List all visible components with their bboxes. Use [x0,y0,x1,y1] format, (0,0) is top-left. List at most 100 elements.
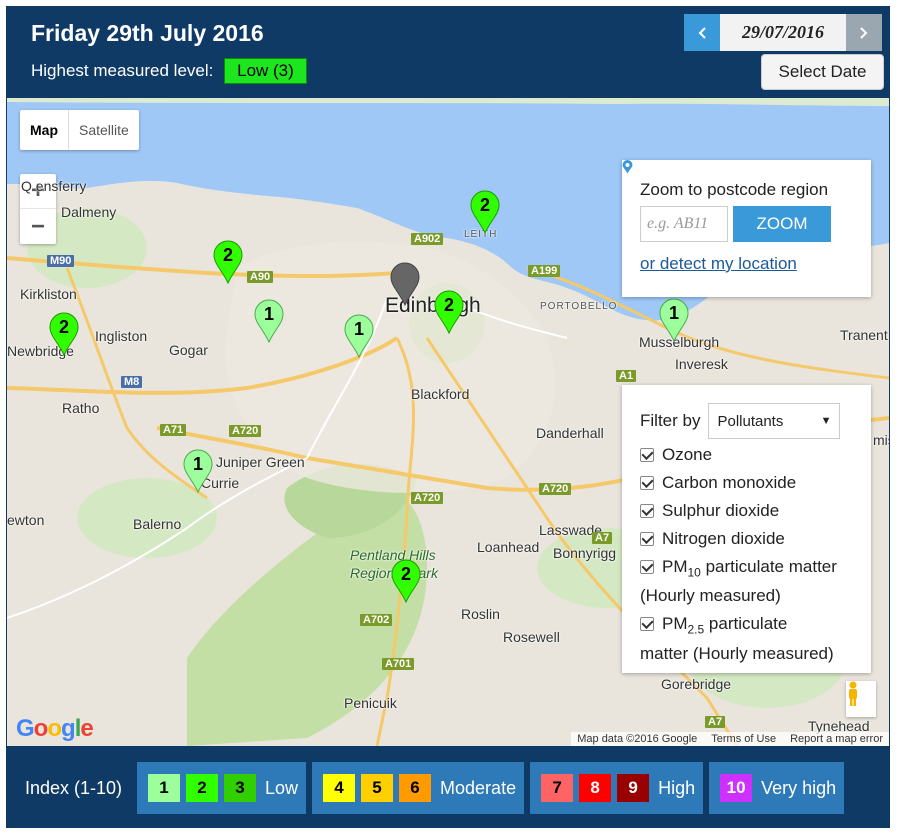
road-shield: A1 [616,370,637,382]
legend-swatch: 7 [541,774,574,802]
postcode-zoom-label: Zoom to postcode region [640,180,829,199]
detect-location-link[interactable]: or detect my location [622,160,853,274]
highest-level-text: Highest measured level: Low (3) [31,58,307,84]
marker-value: 1 [668,303,679,323]
filter-option-label: Nitrogen dioxide [662,529,785,548]
legend-group-label: Very high [761,777,837,798]
detect-location-text: or detect my location [640,254,797,273]
checkbox-icon[interactable] [640,532,654,546]
filter-option-nitrogen-dioxide[interactable]: Nitrogen dioxide [640,527,853,551]
legend-swatch: 1 [148,774,180,802]
air-quality-marker[interactable]: 2 [212,240,244,284]
highest-level-label: Highest measured level: [31,61,214,80]
zoom-button[interactable]: ZOOM [628,160,831,242]
air-quality-marker[interactable]: 2 [433,290,465,334]
marker-value: 2 [443,295,454,315]
road-shield: A7 [705,716,726,728]
filter-select[interactable]: Pollutants ▼ [708,403,841,439]
report-error-link[interactable]: Report a map error [790,733,883,745]
road-shield: M8 [121,376,143,388]
app-frame: Friday 29th July 2016 Highest measured l… [6,6,890,828]
road-shield: A720 [411,492,444,504]
filter-option-label: Sulphur dioxide [662,501,780,520]
filter-label: Filter by [640,411,701,430]
postcode-input[interactable]: e.g. AB11 [640,206,728,242]
place-label: Blackford [411,386,470,402]
legend-swatch: 10 [720,774,753,802]
road-shield: A702 [360,614,393,626]
filter-option-pm25[interactable]: PM2.5 particulate matter (Hourly measure… [640,612,853,665]
filter-option-pm10[interactable]: PM10 particulate matter (Hourly measured… [640,555,853,608]
filter-option-carbon-monoxide[interactable]: Carbon monoxide [640,471,853,495]
zoom-out-button[interactable]: − [20,209,56,244]
place-label: Gorebridge [661,676,732,692]
map-type-satellite[interactable]: Satellite [69,110,139,150]
dropdown-arrow-icon: ▼ [820,415,832,427]
legend-group-very-high: 10 Very high [709,762,845,814]
filter-option-label: Carbon monoxide [662,473,797,492]
checkbox-icon[interactable] [640,504,654,518]
road-shield: A71 [160,424,187,436]
filter-select-value: Pollutants [717,412,784,430]
place-label: PORTOBELLO [540,301,618,312]
place-label: Balerno [133,516,182,532]
zoom-button-label: ZOOM [756,214,808,233]
road-shield: A902 [411,233,444,245]
map-pin-grey[interactable] [389,262,421,306]
map-view[interactable]: Map Satellite + − Q ensferry Dalmeny Kir… [7,98,889,746]
air-quality-marker[interactable]: 2 [390,559,422,603]
next-day-button[interactable] [846,14,882,51]
marker-value: 2 [400,564,411,584]
filter-option-sulphur-dioxide[interactable]: Sulphur dioxide [640,499,853,523]
marker-value: 2 [479,195,490,215]
place-label: Bonnyrigg [553,545,617,561]
map-type-map[interactable]: Map [20,110,69,150]
level-badge: Low (3) [224,58,307,84]
filter-option-label: (Hourly measured) [640,586,781,606]
filter-option-label: matter (Hourly measured) [640,643,834,663]
road-shield: A7 [592,532,613,544]
prev-day-button[interactable] [684,14,720,51]
place-label: Danderhall [536,425,604,441]
air-quality-marker[interactable]: 2 [469,190,501,234]
air-quality-marker[interactable]: 1 [658,298,690,342]
road-shield: A720 [229,425,262,437]
road-shield: A199 [528,265,561,277]
air-quality-marker[interactable]: 2 [48,312,80,356]
filter-option-ozone[interactable]: Ozone [640,443,853,467]
legend-title: Index (1-10) [25,777,123,798]
air-quality-marker[interactable]: 1 [253,299,285,343]
map-attribution: Map data ©2016 Google Terms of Use Repor… [571,732,889,746]
location-pin-icon [622,160,633,174]
street-view-pegman[interactable] [846,681,876,717]
marker-value: 2 [58,317,69,337]
subscript: 2.5 [687,622,705,637]
checkbox-icon[interactable] [640,560,654,574]
filter-panel: Filter by Pollutants ▼ Ozone Carbon mono… [622,385,871,673]
index-legend: Index (1-10) 1 2 3 Low 4 5 6 Moderate 7 … [7,752,889,824]
select-date-button[interactable]: Select Date [761,54,884,90]
checkbox-icon[interactable] [640,448,654,462]
legend-group-label: Low [265,777,299,798]
terms-link[interactable]: Terms of Use [711,733,776,745]
checkbox-icon[interactable] [640,617,654,632]
filter-option-label: PM [662,614,688,634]
legend-swatch: 3 [224,774,256,802]
legend-swatch: 4 [323,774,356,802]
checkbox-icon[interactable] [640,476,654,490]
legend-swatch: 5 [361,774,394,802]
legend-swatch: 9 [617,774,650,802]
place-label: Ingliston [95,328,148,344]
place-label: Kirkliston [20,286,77,302]
place-label: Gogar [169,342,208,358]
filter-option-label: particulate matter [700,557,837,576]
marker-value: 2 [222,245,233,265]
legend-group-label: Moderate [440,777,517,798]
legend-group-low: 1 2 3 Low [137,762,307,814]
place-label: Inveresk [675,356,728,372]
air-quality-marker[interactable]: 1 [182,449,214,493]
current-date: 29/07/2016 [720,14,846,51]
place-label: mis [873,432,889,448]
subscript: 10 [687,565,701,580]
air-quality-marker[interactable]: 1 [343,314,375,358]
